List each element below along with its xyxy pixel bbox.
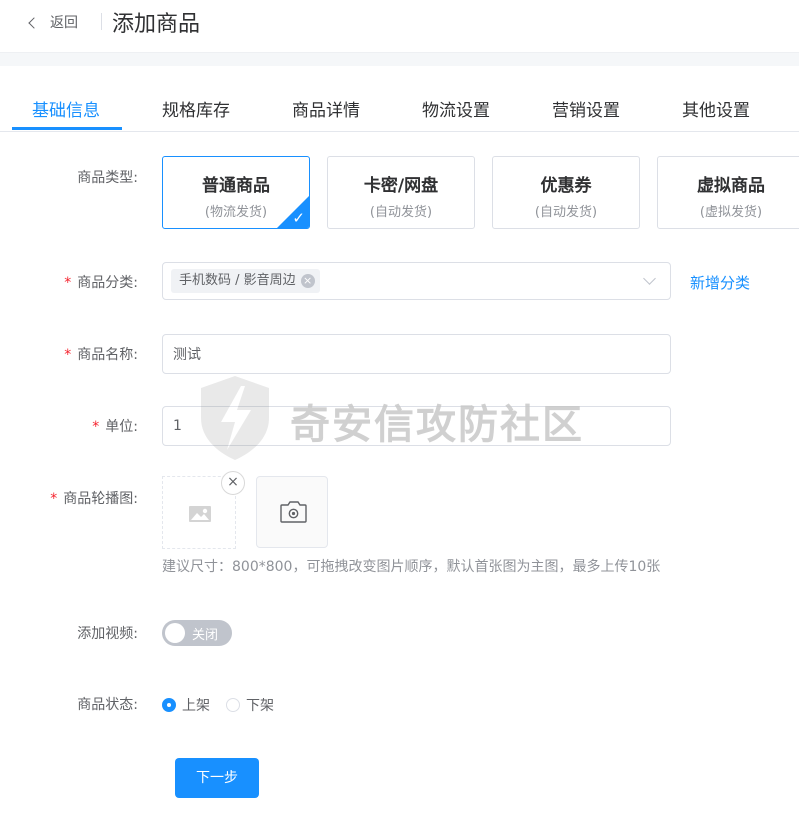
upload-image-button[interactable]: [256, 476, 328, 548]
carousel-label: * 商品轮播图:: [50, 488, 138, 508]
required-mark: *: [64, 275, 72, 291]
category-tag-text: 手机数码 / 影音周边: [179, 273, 296, 288]
required-mark: *: [50, 491, 58, 507]
switch-knob: [165, 623, 185, 643]
tab-bar: 基础信息 规格库存 商品详情 物流设置 营销设置 其他设置: [0, 66, 799, 132]
category-tag: 手机数码 / 影音周边 ×: [171, 269, 320, 293]
category-select[interactable]: 手机数码 / 影音周边 ×: [162, 262, 671, 300]
chevron-down-icon: [643, 272, 656, 285]
camera-icon: [280, 501, 307, 523]
unit-input[interactable]: [162, 406, 671, 446]
type-card-sub: (自动发货): [369, 205, 433, 220]
radio-label: 上架: [182, 698, 210, 714]
product-name-input[interactable]: [162, 334, 671, 374]
category-label: * 商品分类:: [64, 272, 138, 292]
tab-product-detail[interactable]: 商品详情: [292, 96, 360, 121]
category-label-text: 商品分类:: [77, 275, 138, 291]
back-label: 返回: [50, 15, 78, 31]
tab-marketing[interactable]: 营销设置: [552, 96, 620, 121]
product-name-label: * 商品名称:: [64, 344, 138, 364]
page-header: 返回 添加商品: [0, 0, 799, 53]
carousel-label-text: 商品轮播图:: [63, 491, 138, 507]
radio-unchecked-icon: [226, 698, 240, 712]
active-tab-indicator: [12, 127, 122, 130]
next-step-button[interactable]: 下一步: [175, 758, 259, 798]
type-card-coupon[interactable]: 优惠券 (自动发货): [492, 156, 640, 229]
back-button[interactable]: 返回: [28, 12, 78, 32]
tab-logistics[interactable]: 物流设置: [422, 96, 490, 121]
type-card-title: 虚拟商品: [697, 176, 765, 196]
radio-checked-icon: [162, 698, 176, 712]
type-card-title: 普通商品: [202, 176, 270, 196]
type-card-title: 卡密/网盘: [363, 176, 439, 196]
video-label: 添加视频:: [77, 626, 138, 642]
radio-label: 下架: [246, 698, 274, 714]
tag-close-icon[interactable]: ×: [300, 274, 315, 288]
type-card-normal[interactable]: 普通商品 (物流发货) ✓: [162, 156, 310, 229]
unit-label-text: 单位:: [105, 419, 138, 435]
add-category-link[interactable]: 新增分类: [690, 272, 750, 293]
type-card-sub: (自动发货): [534, 205, 598, 220]
tab-other[interactable]: 其他设置: [682, 96, 750, 121]
header-divider: [101, 13, 102, 30]
product-name-label-text: 商品名称:: [77, 347, 138, 363]
tab-basic-info[interactable]: 基础信息: [32, 96, 100, 121]
switch-text: 关闭: [192, 628, 219, 643]
type-card-virtual[interactable]: 虚拟商品 (虚拟发货): [657, 156, 799, 229]
status-radio-off-shelf[interactable]: 下架: [226, 695, 274, 715]
unit-label: * 单位:: [92, 416, 138, 436]
header-gap: [0, 53, 799, 66]
check-icon: ✓: [292, 209, 305, 227]
page-title: 添加商品: [112, 12, 201, 37]
carousel-hint: 建议尺寸：800*800，可拖拽改变图片顺序，默认首张图为主图，最多上传10张: [162, 559, 661, 575]
remove-image-close-icon[interactable]: ×: [221, 471, 245, 495]
type-card-card-key[interactable]: 卡密/网盘 (自动发货): [327, 156, 475, 229]
tab-spec-stock[interactable]: 规格库存: [162, 96, 230, 121]
chevron-left-icon: [28, 16, 40, 29]
status-label: 商品状态:: [77, 697, 138, 713]
status-radio-on-shelf[interactable]: 上架: [162, 695, 210, 715]
type-card-sub: (虚拟发货): [699, 205, 763, 220]
required-mark: *: [92, 419, 100, 435]
product-type-label: 商品类型:: [77, 170, 138, 186]
video-switch[interactable]: 关闭: [162, 620, 232, 646]
required-mark: *: [64, 347, 72, 363]
type-card-title: 优惠券: [540, 176, 592, 196]
